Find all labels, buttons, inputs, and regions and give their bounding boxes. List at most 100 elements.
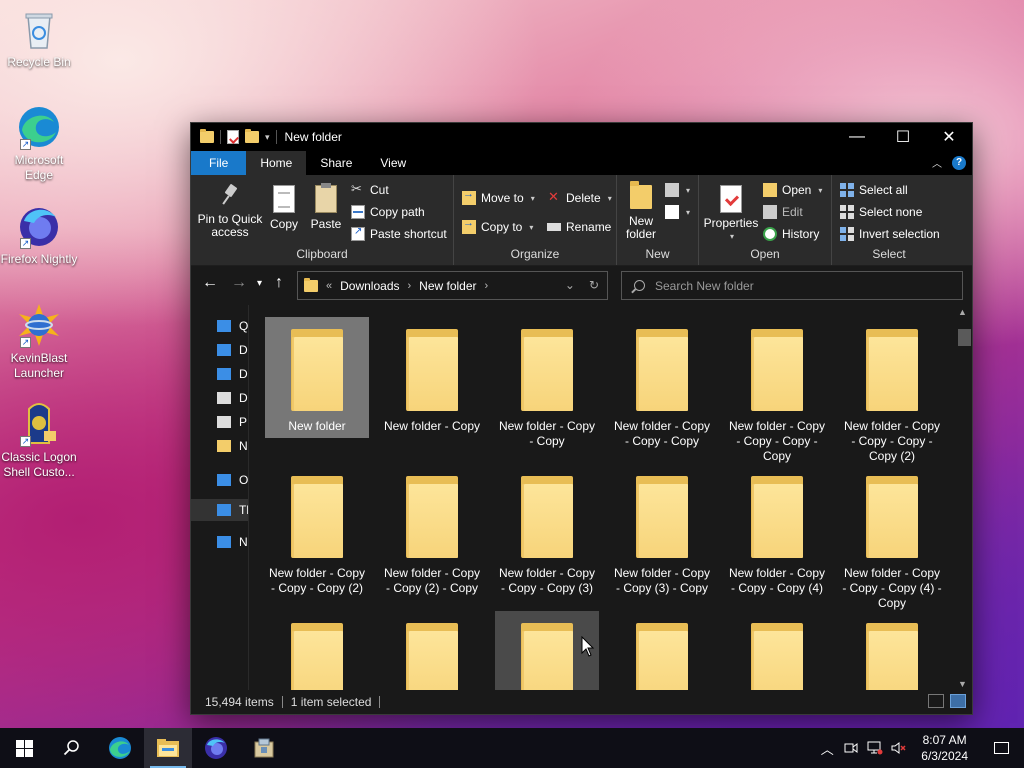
desktop-icon-edge[interactable]: ↗ Microsoft Edge [0,104,78,183]
edit-button[interactable]: Edit [763,205,803,219]
new-folder-button[interactable]: New folder [621,181,661,241]
vertical-scrollbar[interactable]: ▲ ▼ [955,305,972,691]
taskbar-firefox-nightly[interactable] [192,728,240,768]
navpane-item[interactable]: N [191,435,249,457]
folder-item[interactable] [610,611,714,691]
invert-selection-button[interactable]: Invert selection [840,227,940,241]
folder-item[interactable]: New folder - Copy [380,317,484,438]
breadcrumb-downloads[interactable]: Downloads [340,279,399,293]
new-folder-quick-icon[interactable] [245,129,259,143]
folder-item[interactable]: New folder - Copy - Copy - Copy (3) [495,464,599,600]
desktop-icon-label: KevinBlast Launcher [10,351,68,380]
navpane-item[interactable]: P [191,411,249,433]
minimize-button[interactable]: — [834,123,880,151]
folder-item[interactable]: New folder - Copy - Copy - Copy (4) [725,464,829,600]
search-button[interactable] [48,728,96,768]
start-button[interactable] [0,728,48,768]
taskbar-edge[interactable] [96,728,144,768]
search-input[interactable]: Search New folder [621,271,963,300]
tab-view[interactable]: View [366,151,420,175]
edge-icon [109,737,131,759]
move-to-button[interactable]: Move to ▾ [462,188,535,205]
navpane-item[interactable]: Ne [191,531,249,553]
navpane-item[interactable]: D [191,387,249,409]
copy-path-button[interactable]: Copy path [351,205,425,219]
help-icon[interactable]: ? [952,155,966,170]
forward-arrow-icon[interactable]: → [231,274,247,292]
folder-item[interactable] [380,611,484,691]
folder-item[interactable]: New folder - Copy - Copy - Copy (2) [265,464,369,600]
easy-access-button[interactable]: ▾ [665,205,690,219]
properties-button[interactable]: Properties ▾ [703,185,759,243]
scroll-up-icon[interactable]: ▲ [958,307,967,317]
recent-locations-chevron-icon[interactable]: ▾ [257,278,262,289]
chevron-right-icon[interactable]: › [408,280,412,292]
tab-share[interactable]: Share [306,151,366,175]
notification-center-button[interactable] [978,728,1024,768]
network-icon[interactable] [863,728,887,768]
up-arrow-icon[interactable]: ↑ [275,274,283,292]
maximize-button[interactable]: ☐ [880,123,926,151]
folder-item-label: New folder - Copy - Copy - Copy - Copy (… [843,419,941,463]
navpane-item[interactable]: Or [191,469,249,491]
new-item-button[interactable]: ▾ [665,183,690,197]
folder-item[interactable]: New folder - Copy - Copy - Copy - Copy [725,317,829,468]
desktop-icon-firefox-nightly[interactable]: ↗ Firefox Nightly [0,203,78,267]
clock[interactable]: 8:07 AM 6/3/2024 [911,732,978,764]
pin-to-quick-access-button[interactable]: Pin to Quick access [197,185,263,239]
desktop-icon-classic-logon[interactable]: ↗ Classic Logon Shell Custo... [0,401,78,480]
breadcrumb-overflow[interactable]: « [326,280,332,292]
history-button[interactable]: History [763,227,819,241]
properties-quick-icon[interactable] [227,130,239,144]
rename-button[interactable]: Rename [547,220,611,234]
folder-item[interactable] [265,611,369,691]
details-view-icon[interactable] [928,694,944,708]
folder-item[interactable]: New folder [265,317,369,438]
chevron-right-icon[interactable]: › [485,280,489,292]
show-hidden-icons-chevron-icon[interactable]: ︿ [815,728,839,768]
folder-item[interactable]: New folder - Copy - Copy - Copy [610,317,714,453]
address-history-chevron-icon[interactable]: ⌄ [565,278,575,292]
select-all-button[interactable]: Select all [840,183,908,197]
taskbar-file-explorer[interactable] [144,728,192,768]
large-icons-view-icon[interactable] [950,694,966,708]
folder-item[interactable]: New folder - Copy - Copy - Copy (4) - Co… [840,464,944,615]
tab-home[interactable]: Home [246,151,307,175]
pictures-icon [217,416,231,428]
scrollbar-thumb[interactable] [958,329,971,346]
copy-button[interactable]: Copy [267,185,301,231]
breadcrumb-current[interactable]: New folder [419,279,476,293]
tab-file[interactable]: File [191,151,247,175]
navpane-item[interactable]: Th [191,499,249,521]
title-bar[interactable]: ▾ New folder — ☐ ✕ [191,123,972,151]
paste-shortcut-button[interactable]: Paste shortcut [351,226,447,241]
customize-toolbar-dropdown[interactable]: ▾ [265,132,270,143]
taskbar-app[interactable] [240,728,288,768]
folder-item[interactable]: New folder - Copy - Copy (2) - Copy [380,464,484,600]
folder-item[interactable]: New folder - Copy - Copy [495,317,599,453]
navpane-item[interactable]: D [191,363,249,385]
address-bar[interactable]: « Downloads › New folder › ⌄ ↻ [297,271,608,300]
folder-item[interactable] [840,611,944,691]
paste-button[interactable]: Paste [309,183,343,231]
desktop-icon-kevinblast[interactable]: ↗ KevinBlast Launcher [0,302,78,381]
navpane-item[interactable]: D [191,339,249,361]
cut-button[interactable]: Cut [351,181,389,197]
folder-item[interactable]: New folder - Copy - Copy (3) - Copy [610,464,714,600]
scroll-down-icon[interactable]: ▼ [958,679,967,689]
delete-button[interactable]: Delete ▾ [547,189,612,205]
back-arrow-icon[interactable]: ← [202,274,218,292]
folder-item-label: New folder - Copy - Copy (2) - Copy [383,566,481,595]
folder-item[interactable] [725,611,829,691]
refresh-icon[interactable]: ↻ [589,278,599,292]
desktop-icon-recycle-bin[interactable]: Recycle Bin [0,6,78,70]
meet-now-icon[interactable] [839,728,863,768]
select-none-button[interactable]: Select none [840,205,922,219]
close-button[interactable]: ✕ [926,123,972,151]
collapse-ribbon-icon[interactable]: ︿ [932,155,942,170]
copy-to-button[interactable]: Copy to ▾ [462,217,533,234]
open-button[interactable]: Open ▾ [763,183,822,197]
folder-item[interactable]: New folder - Copy - Copy - Copy - Copy (… [840,317,944,468]
navpane-item[interactable]: Q [191,315,249,337]
volume-muted-icon[interactable] [887,728,911,768]
